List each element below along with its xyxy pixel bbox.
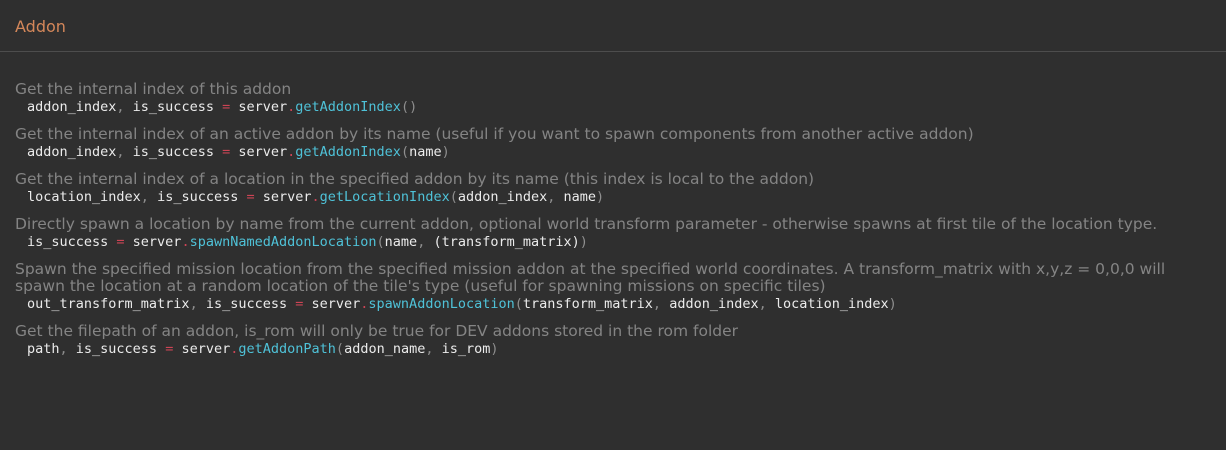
close-paren: ): [579, 234, 588, 250]
close-paren: ): [409, 99, 418, 115]
object-name: server: [181, 341, 231, 357]
comma: ,: [116, 99, 133, 115]
open-paren: (: [335, 341, 345, 357]
return-value: is_success: [132, 144, 214, 160]
comma: ,: [547, 189, 564, 205]
open-paren: (: [400, 144, 410, 160]
function-name: spawnNamedAddonLocation: [189, 234, 377, 250]
doc-entry: Get the internal index of an active addo…: [15, 126, 1206, 162]
return-value: is_success: [132, 99, 214, 115]
object-name: server: [238, 144, 288, 160]
function-name: getAddonIndex: [295, 99, 401, 115]
comma: ,: [425, 341, 442, 357]
code-signature: addon_index, is_success = server.getAddo…: [15, 98, 1206, 117]
entry-description: Get the filepath of an addon, is_rom wil…: [15, 322, 738, 340]
code-signature: location_index, is_success = server.getL…: [15, 188, 1206, 207]
close-paren: ): [441, 144, 450, 160]
comma: ,: [189, 296, 206, 312]
entry-description: Spawn the specified mission location fro…: [15, 260, 1166, 295]
argument: addon_index: [457, 189, 548, 205]
argument: name: [409, 144, 442, 160]
open-paren: (: [400, 99, 410, 115]
argument: is_rom: [441, 341, 491, 357]
assign-operator: =: [287, 296, 312, 312]
doc-entry: Spawn the specified mission location fro…: [15, 261, 1206, 314]
return-value: is_success: [205, 296, 288, 312]
entry-description: Directly spawn a location by name from t…: [15, 215, 1158, 233]
object-name: server: [132, 234, 182, 250]
code-signature: addon_index, is_success = server.getAddo…: [15, 143, 1206, 162]
comma: ,: [116, 144, 133, 160]
comma: ,: [652, 296, 670, 312]
argument: addon_name: [344, 341, 426, 357]
object-name: server: [262, 189, 312, 205]
comma: ,: [140, 189, 158, 205]
close-paren: ): [490, 341, 499, 357]
doc-entry: Get the internal index of this addon addo…: [15, 81, 1206, 117]
return-value: path: [27, 341, 60, 357]
comma: ,: [758, 296, 775, 312]
comma: ,: [59, 341, 76, 357]
return-value: is_success: [27, 234, 109, 250]
return-value: out_transform_matrix: [27, 296, 190, 312]
function-name: spawnAddonLocation: [368, 296, 515, 312]
code-signature: path, is_success = server.getAddonPath(a…: [15, 340, 1206, 359]
entry-description: Get the internal index of this addon: [15, 80, 292, 98]
return-value: addon_index: [27, 99, 117, 115]
doc-entry: Directly spawn a location by name from t…: [15, 216, 1206, 252]
assign-operator: =: [213, 99, 239, 115]
close-paren: ): [596, 189, 605, 205]
argument: name: [384, 234, 418, 250]
doc-entry: Get the filepath of an addon, is_rom wil…: [15, 323, 1206, 359]
doc-entry: Get the internal index of a location in …: [15, 171, 1206, 207]
return-value: is_success: [75, 341, 158, 357]
assign-operator: =: [238, 189, 263, 205]
function-name: getLocationIndex: [319, 189, 450, 205]
argument: transform_matrix: [522, 296, 653, 312]
function-name: getAddonIndex: [295, 144, 401, 160]
comma: ,: [417, 234, 434, 250]
argument: name: [563, 189, 597, 205]
object-name: server: [311, 296, 361, 312]
entry-description: Get the internal index of an active addo…: [15, 125, 974, 143]
open-paren: (: [449, 189, 458, 205]
entry-list: Get the internal index of this addon addo…: [0, 52, 1226, 359]
return-value: addon_index: [27, 144, 117, 160]
entry-description: Get the internal index of a location in …: [15, 170, 815, 188]
function-name: getAddonPath: [238, 341, 336, 357]
argument: (transform_matrix): [433, 234, 580, 250]
code-signature: is_success = server.spawnNamedAddonLocat…: [15, 233, 1206, 252]
return-value: is_success: [157, 189, 239, 205]
assign-operator: =: [108, 234, 133, 250]
open-paren: (: [514, 296, 523, 312]
close-paren: ): [888, 296, 897, 312]
addon-docs-page: Addon Get the internal index of this add…: [0, 0, 1226, 450]
open-paren: (: [376, 234, 385, 250]
dot-operator: .: [311, 189, 320, 205]
code-signature: out_transform_matrix, is_success = serve…: [15, 295, 1206, 314]
argument: location_index: [774, 296, 889, 312]
assign-operator: =: [213, 144, 239, 160]
assign-operator: =: [157, 341, 182, 357]
argument: addon_index: [669, 296, 759, 312]
return-value: location_index: [27, 189, 141, 205]
object-name: server: [238, 99, 288, 115]
section-title: Addon: [15, 17, 66, 36]
section-header: Addon: [0, 0, 1226, 52]
dot-operator: .: [181, 234, 190, 250]
